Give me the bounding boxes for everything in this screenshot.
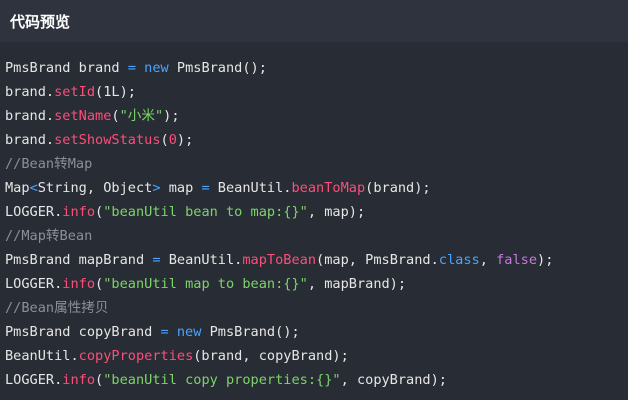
code-token: ( <box>160 132 169 148</box>
code-token: , mapBrand); <box>307 276 407 292</box>
code-token: PmsBrand(); <box>201 324 300 340</box>
code-token: "beanUtil copy properties:{}" <box>103 372 341 388</box>
code-token: "beanUtil map to bean:{}" <box>103 276 308 292</box>
code-token: ( <box>95 204 104 220</box>
code-line: //Bean属性拷贝 <box>5 296 623 320</box>
code-token: PmsBrand copyBrand <box>5 324 161 340</box>
code-token: info <box>62 204 96 220</box>
code-token: PmsBrand(); <box>168 60 267 76</box>
code-token: = <box>127 60 136 76</box>
code-token: setShowStatus <box>54 132 161 148</box>
code-token: brand. <box>5 108 55 124</box>
code-token: copyProperties <box>78 348 194 364</box>
code-token: BeanUtil. <box>5 348 79 364</box>
code-token: map <box>160 180 202 196</box>
code-token: ( <box>111 108 120 124</box>
code-token: 0 <box>168 132 177 148</box>
code-token: ( <box>95 372 104 388</box>
code-token: , map); <box>307 204 366 220</box>
code-token: , copyBrand); <box>340 372 447 388</box>
code-token: Map <box>5 180 30 196</box>
code-token: ); <box>537 252 554 268</box>
code-token: false <box>496 252 538 268</box>
code-token: //Bean属性拷贝 <box>5 300 109 316</box>
code-line: brand.setName("小米"); <box>5 104 623 128</box>
code-token: beanToMap <box>291 180 366 196</box>
preview-title: 代码预览 <box>10 12 71 31</box>
code-line: PmsBrand mapBrand = BeanUtil.mapToBean(m… <box>5 248 623 272</box>
code-token: new <box>144 60 169 76</box>
code-token: //Bean转Map <box>5 156 93 172</box>
code-line: PmsBrand brand = new PmsBrand(); <box>5 56 623 80</box>
code-line: brand.setId(1L); <box>5 80 623 104</box>
code-token: //Map转Bean <box>5 228 93 244</box>
code-token: > <box>152 180 161 196</box>
code-token: = <box>160 324 169 340</box>
code-token: "beanUtil bean to map:{}" <box>103 204 308 220</box>
code-token: BeanUtil. <box>209 180 292 196</box>
code-token: brand. <box>5 84 55 100</box>
code-line: //Map转Bean <box>5 224 623 248</box>
code-token: PmsBrand brand <box>5 60 128 76</box>
code-line: LOGGER.info("beanUtil bean to map:{}", m… <box>5 200 623 224</box>
code-line: //Bean转Map <box>5 152 623 176</box>
code-token: ( <box>95 84 104 100</box>
code-token: (brand); <box>365 180 431 196</box>
code-token: < <box>29 180 38 196</box>
code-token: LOGGER. <box>5 276 63 292</box>
code-token: ( <box>95 276 104 292</box>
code-token: setId <box>54 84 96 100</box>
code-token: class <box>438 252 480 268</box>
code-token: PmsBrand mapBrand <box>5 252 153 268</box>
code-token: mapToBean <box>242 252 317 268</box>
code-token: setName <box>54 108 112 124</box>
preview-header: 代码预览 <box>0 0 628 42</box>
code-token: info <box>62 276 96 292</box>
code-line: Map<String, Object> map = BeanUtil.beanT… <box>5 176 623 200</box>
code-token: = <box>201 180 210 196</box>
code-token: ); <box>163 108 180 124</box>
code-token: = <box>152 252 161 268</box>
code-block[interactable]: PmsBrand brand = new PmsBrand(); brand.se… <box>5 56 623 396</box>
code-line: brand.setShowStatus(0); <box>5 128 623 152</box>
code-token: 1L <box>103 84 120 100</box>
code-token: , <box>479 252 497 268</box>
code-line: LOGGER.info("beanUtil copy properties:{}… <box>5 368 623 392</box>
code-token: info <box>62 372 96 388</box>
code-token: ); <box>176 132 194 148</box>
code-token: String, Object <box>37 180 153 196</box>
code-token: new <box>176 324 202 340</box>
code-line: LOGGER.info("beanUtil map to bean:{}", m… <box>5 272 623 296</box>
code-line: PmsBrand copyBrand = new PmsBrand(); <box>5 320 623 344</box>
code-token: BeanUtil. <box>160 252 243 268</box>
code-token: "小米" <box>119 108 164 124</box>
code-token: brand. <box>5 132 55 148</box>
code-token: ); <box>119 84 136 100</box>
code-token: (map, PmsBrand. <box>316 252 439 268</box>
code-token: LOGGER. <box>5 372 63 388</box>
code-token: LOGGER. <box>5 204 63 220</box>
code-line: BeanUtil.copyProperties(brand, copyBrand… <box>5 344 623 368</box>
code-token: (brand, copyBrand); <box>193 348 349 364</box>
